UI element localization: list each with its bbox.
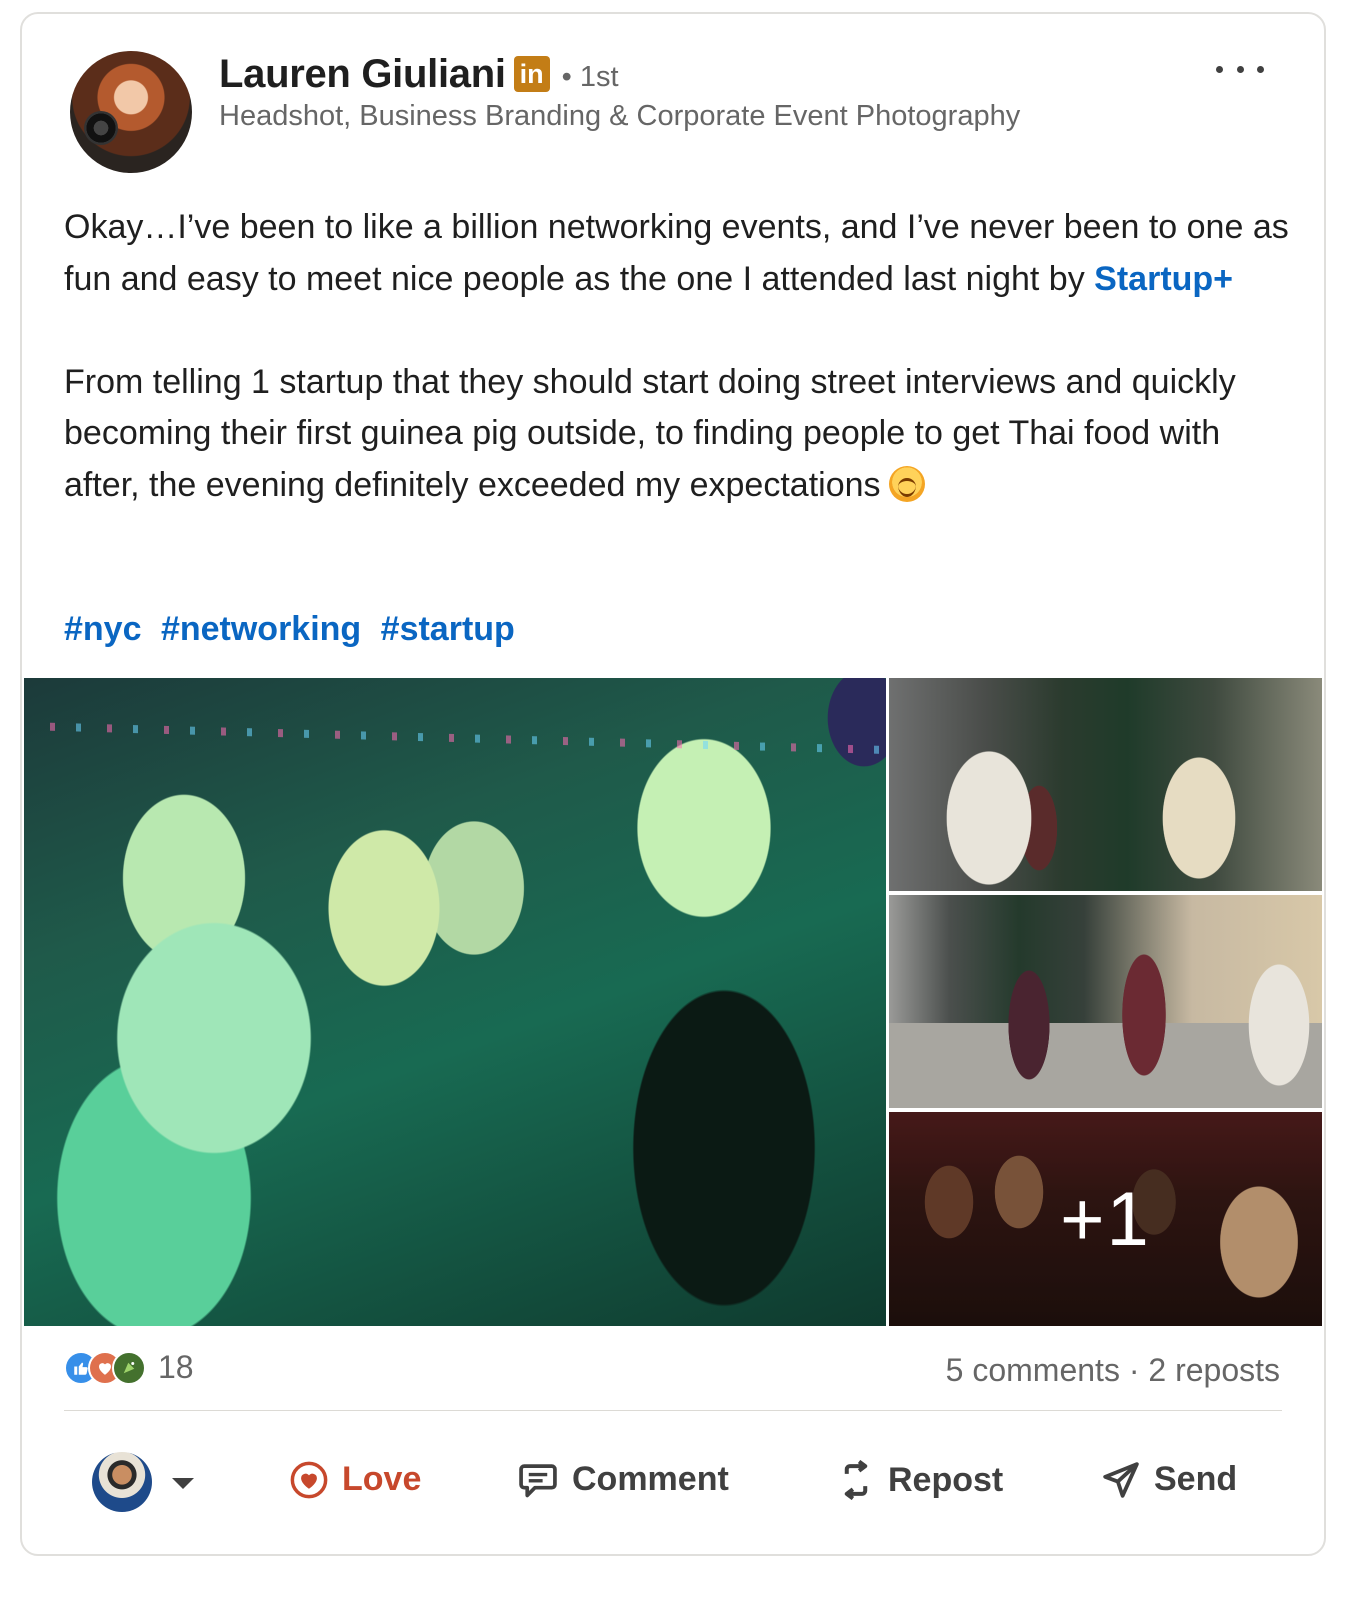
repost-button-label: Repost [888,1460,1004,1499]
camera-graphic [84,111,118,145]
post-paragraph-2: From telling 1 startup that they should … [64,357,1294,512]
company-mention-link[interactable]: Startup+ [1094,260,1233,298]
heart-icon [290,1461,328,1498]
dot-icon [1216,65,1223,73]
repost-button[interactable]: Repost [838,1460,1003,1500]
hashtag-link[interactable]: #networking [161,610,361,648]
hashtag-link[interactable]: #startup [381,610,515,648]
send-button[interactable]: Send [1102,1460,1237,1499]
photo-group-selfie[interactable] [24,678,886,1326]
divider [64,1410,1282,1411]
caret-down-icon[interactable] [172,1478,194,1489]
more-options-button[interactable] [1216,54,1264,84]
string-lights [24,722,886,754]
post-paragraph-2-text: From telling 1 startup that they should … [64,362,1236,504]
connection-degree: • 1st [561,60,619,93]
author-headline: Headshot, Business Branding & Corporate … [219,100,1021,132]
comments-count-link[interactable]: 5 comments [946,1352,1120,1388]
count-separator: · [1119,1352,1149,1388]
comment-icon [519,1463,557,1497]
photo-sidewalk-group[interactable] [889,895,1322,1108]
post-paragraph-1: Okay…I’ve been to like a billion network… [64,202,1294,305]
photo-dinner-table[interactable]: +1 [889,1112,1322,1326]
love-button[interactable]: Love [290,1460,421,1499]
hashtag-link[interactable]: #nyc [64,610,142,648]
hashtags: #nyc #networking #startup [64,610,525,649]
reaction-count: 18 [158,1349,194,1385]
love-button-label: Love [342,1460,422,1498]
comment-button-label: Comment [572,1460,729,1498]
dot-icon [1236,65,1244,73]
photo-street-interview[interactable] [889,678,1322,891]
reposts-count-link[interactable]: 2 reposts [1148,1352,1280,1388]
author-avatar[interactable] [70,51,192,173]
dot-icon [1257,65,1264,73]
post-action-bar: Love Comment Repost Send [22,1434,1324,1540]
author-name[interactable]: Lauren Giuliani [219,52,506,97]
send-icon [1103,1461,1139,1498]
feed-post-card: Lauren Giuliani in • 1st Headshot, Busin… [20,12,1326,1556]
smiling-face-emoji-icon [888,465,925,502]
engagement-counts: 5 comments · 2 reposts [946,1352,1280,1389]
more-photos-count: +1 [889,1112,1322,1326]
post-body: Okay…I’ve been to like a billion network… [64,202,1294,511]
celebrate-reaction-icon [112,1350,146,1385]
comment-button[interactable]: Comment [518,1460,729,1499]
author-name-row: Lauren Giuliani in • 1st [219,50,619,98]
repost-icon [844,1460,868,1500]
reaction-identity-avatar[interactable] [92,1452,152,1512]
linkedin-premium-badge-icon: in [513,56,550,92]
send-button-label: Send [1154,1460,1238,1498]
reactions-summary[interactable]: 18 [64,1349,194,1386]
